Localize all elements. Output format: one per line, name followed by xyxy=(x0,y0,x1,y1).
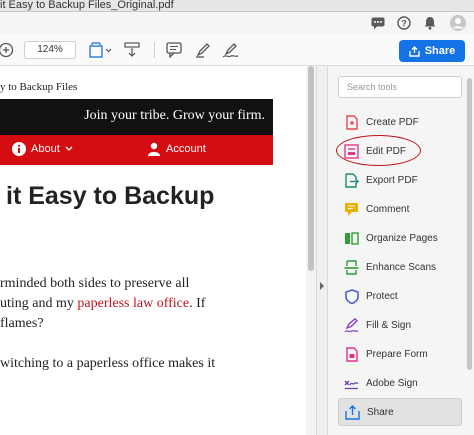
tool-fill-sign[interactable]: Fill & Sign xyxy=(338,311,462,339)
nav-about-label: About xyxy=(31,143,60,155)
article-text-line: flames? xyxy=(0,316,44,331)
tools-pane: Search tools Create PDF Edit PDF Export … xyxy=(328,66,474,435)
tool-organize-pages[interactable]: Organize Pages xyxy=(338,224,462,252)
tool-label: Export PDF xyxy=(366,174,418,186)
comment-icon xyxy=(344,202,359,217)
window-title: it Easy to Backup Files_Original.pdf xyxy=(0,0,174,11)
comment-tool-icon[interactable] xyxy=(166,41,182,59)
tool-label: Enhance Scans xyxy=(366,261,437,273)
zoom-level-field[interactable]: 124% xyxy=(24,41,76,59)
article-text: uting and my xyxy=(0,296,78,311)
notifications-bell-icon[interactable] xyxy=(423,16,437,30)
site-tagline: Join your tribe. Grow your firm. xyxy=(84,108,265,123)
tool-comment[interactable]: Comment xyxy=(338,195,462,223)
svg-text:?: ? xyxy=(401,19,407,29)
tool-label: Adobe Sign xyxy=(366,377,418,389)
tool-label: Comment xyxy=(366,203,410,215)
article-headline: it Easy to Backup xyxy=(6,182,215,210)
page-header-text: y to Backup Files xyxy=(0,81,78,93)
site-nav-bar: About Account xyxy=(0,135,273,165)
tool-create-pdf[interactable]: Create PDF xyxy=(338,108,462,136)
article-text-line: rminded both sides to preserve all xyxy=(0,276,190,291)
tool-enhance-scans[interactable]: Enhance Scans xyxy=(338,253,462,281)
share-icon xyxy=(345,404,360,420)
nav-about-link[interactable]: About xyxy=(12,142,73,156)
share-upload-icon xyxy=(409,45,420,57)
scroll-mode-icon[interactable] xyxy=(124,41,140,59)
document-view[interactable]: y to Backup Files Join your tribe. Grow … xyxy=(0,66,316,435)
share-button-label: Share xyxy=(424,45,456,57)
nav-account-link[interactable]: Account xyxy=(148,142,206,156)
tool-label: Create PDF xyxy=(366,116,419,128)
tool-adobe-sign[interactable]: Adobe Sign xyxy=(338,369,462,397)
article-text: . If xyxy=(189,296,206,311)
info-icon xyxy=(12,142,26,156)
highlight-pen-icon[interactable] xyxy=(195,41,211,59)
tool-label: Share xyxy=(367,406,394,418)
site-banner: Join your tribe. Grow your firm. xyxy=(0,99,273,135)
tool-share[interactable]: Share xyxy=(338,398,462,426)
zoom-in-icon[interactable] xyxy=(0,41,16,59)
document-scrollbar-thumb[interactable] xyxy=(308,66,314,271)
chevron-down-icon xyxy=(65,146,73,151)
tools-pane-scrollbar[interactable] xyxy=(466,66,474,435)
create-pdf-icon xyxy=(344,114,359,130)
help-icon[interactable]: ? xyxy=(397,16,411,30)
tool-label: Organize Pages xyxy=(366,232,438,244)
article-text-line-with-link: uting and my paperless law office. If xyxy=(0,294,205,314)
nav-account-label: Account xyxy=(166,143,206,155)
organize-pages-icon xyxy=(344,231,359,246)
share-button[interactable]: Share xyxy=(399,40,465,62)
tool-export-pdf[interactable]: Export PDF xyxy=(338,166,462,194)
edit-pdf-highlight-circle xyxy=(336,135,421,166)
messages-icon[interactable] xyxy=(371,16,385,30)
tool-label: Prepare Form xyxy=(366,348,428,360)
document-scrollbar[interactable] xyxy=(306,66,316,435)
adobe-sign-icon xyxy=(344,376,359,391)
paperless-law-office-link[interactable]: paperless law office xyxy=(77,296,189,311)
tool-label: Fill & Sign xyxy=(366,319,412,331)
tool-protect[interactable]: Protect xyxy=(338,282,462,310)
export-pdf-icon xyxy=(344,172,359,188)
enhance-scans-icon xyxy=(344,259,359,275)
prepare-form-icon xyxy=(344,346,359,362)
tools-pane-scrollbar-thumb[interactable] xyxy=(467,78,472,370)
fill-sign-icon xyxy=(344,317,359,333)
collapse-pane-arrow-icon[interactable] xyxy=(318,281,326,291)
pane-divider xyxy=(316,66,328,435)
protect-icon xyxy=(344,288,359,304)
toolbar-divider xyxy=(154,42,155,58)
article-text-line: witching to a paperless office makes it xyxy=(0,356,216,371)
top-utility-bar: ? xyxy=(0,12,474,34)
tool-prepare-form[interactable]: Prepare Form xyxy=(338,340,462,368)
user-avatar[interactable] xyxy=(450,15,466,31)
sign-tool-icon[interactable] xyxy=(222,41,240,59)
fit-page-icon[interactable] xyxy=(89,41,113,59)
user-icon xyxy=(148,142,160,156)
window-title-bar: it Easy to Backup Files_Original.pdf xyxy=(0,0,474,12)
tool-label: Protect xyxy=(366,290,398,302)
search-tools-input[interactable]: Search tools xyxy=(338,76,462,98)
